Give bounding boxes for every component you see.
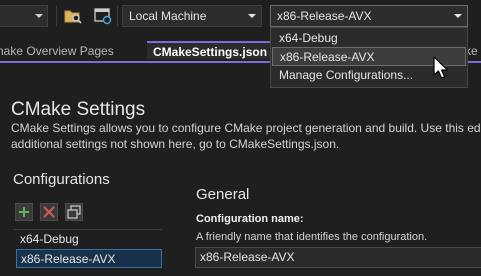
window-settings-icon[interactable]	[93, 6, 113, 26]
page-description-line1: CMake Settings allows you to configure C…	[11, 121, 481, 135]
configurations-heading: Configurations	[13, 171, 110, 188]
folder-search-icon[interactable]	[63, 6, 83, 26]
list-item-selected[interactable]: x86-Release-AVX	[16, 249, 162, 268]
toolbar-dropdown-left[interactable]	[0, 5, 48, 27]
copy-configuration-button[interactable]	[65, 203, 83, 221]
page-description-line2: additional settings not shown here, go t…	[11, 137, 340, 151]
platform-select[interactable]: Local Machine	[122, 5, 262, 27]
tab-label: CMakeSettings.json	[153, 45, 268, 59]
x-icon	[43, 206, 55, 218]
plus-icon	[19, 207, 29, 217]
configuration-select-value: x86-Release-AVX	[277, 9, 372, 23]
copy-icon	[67, 205, 81, 219]
mouse-cursor-icon	[433, 56, 451, 82]
chevron-down-icon	[248, 14, 256, 18]
tab-cmakesettings[interactable]: CMakeSettings.json	[147, 41, 277, 59]
toolbar-separator	[56, 6, 57, 26]
config-name-input[interactable]: x86-Release-AVX	[195, 247, 481, 268]
chevron-down-icon	[454, 14, 462, 18]
toolbar-separator	[117, 6, 118, 26]
chevron-down-icon	[35, 14, 43, 18]
list-item[interactable]: x64-Debug	[16, 230, 162, 249]
tab-cmake-overview[interactable]: nake Overview Pages	[0, 41, 147, 61]
remove-configuration-button[interactable]	[40, 203, 58, 221]
dropdown-option[interactable]: x64-Debug	[272, 29, 466, 48]
general-heading: General	[196, 186, 250, 203]
config-name-description: A friendly name that identifies the conf…	[196, 231, 428, 243]
config-name-label: Configuration name:	[196, 213, 304, 225]
configuration-select[interactable]: x86-Release-AVX	[270, 5, 468, 27]
page-title: CMake Settings	[11, 99, 146, 120]
add-configuration-button[interactable]	[15, 203, 33, 221]
platform-select-value: Local Machine	[129, 9, 207, 23]
tab-label: nake Overview Pages	[0, 44, 114, 58]
